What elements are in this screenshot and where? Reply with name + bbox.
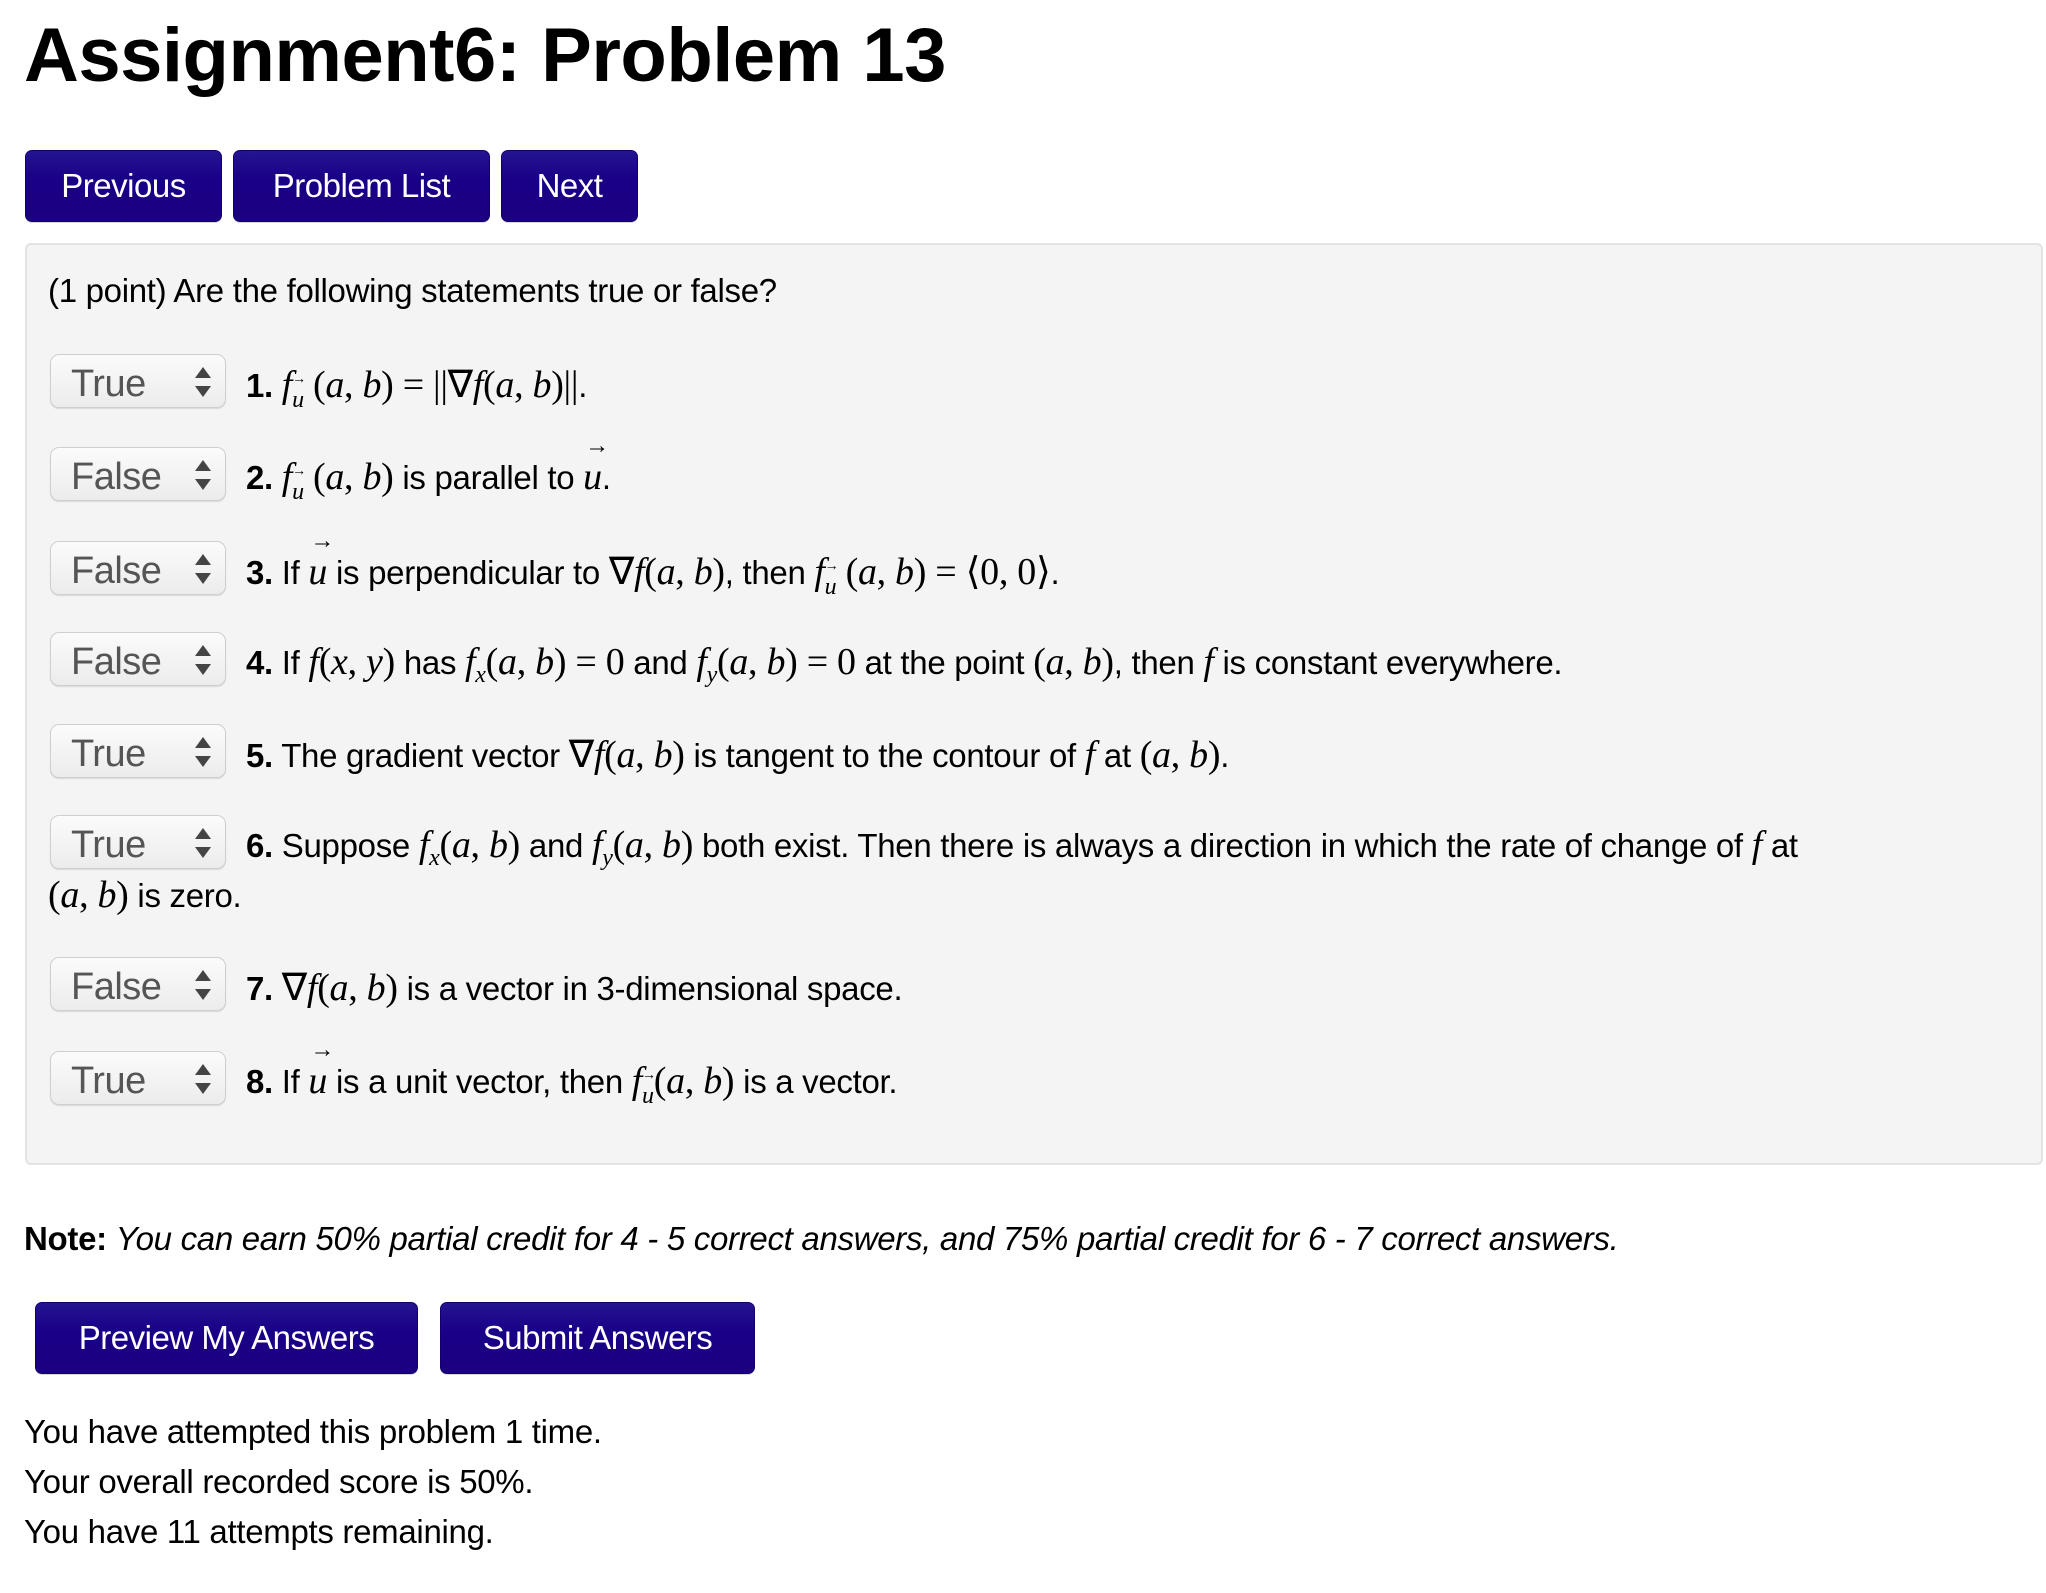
answer-select-6[interactable]: True	[50, 815, 226, 869]
select-arrows-icon	[195, 367, 211, 397]
answer-select-value: False	[71, 966, 162, 1008]
attempts-status: You have attempted this problem 1 time.	[24, 1413, 602, 1450]
submit-answers-button[interactable]: Submit Answers	[440, 1302, 755, 1374]
answer-select-value: False	[71, 550, 162, 592]
select-arrows-icon	[195, 737, 211, 767]
answer-select-value: True	[71, 733, 146, 775]
remaining-status: You have 11 attempts remaining.	[24, 1513, 494, 1550]
previous-button[interactable]: Previous	[25, 150, 222, 222]
answer-select-value: False	[71, 641, 162, 683]
problem-list-button[interactable]: Problem List	[233, 150, 490, 222]
preview-answers-button[interactable]: Preview My Answers	[35, 1302, 418, 1374]
answer-select-4[interactable]: False	[50, 632, 226, 686]
page-title: Assignment6: Problem 13	[24, 13, 946, 98]
statement-text-6: 6. Suppose fx(a, b) and fy(a, b) both ex…	[246, 824, 1798, 871]
answer-select-2[interactable]: False	[50, 447, 226, 501]
partial-credit-note: Note: You can earn 50% partial credit fo…	[24, 1220, 1619, 1258]
statement-text-5: 5. The gradient vector ∇f(a, b) is tange…	[246, 734, 1230, 776]
select-arrows-icon	[195, 1064, 211, 1094]
select-arrows-icon	[195, 460, 211, 490]
answer-select-8[interactable]: True	[50, 1051, 226, 1105]
answer-select-value: True	[71, 824, 146, 866]
answer-select-5[interactable]: True	[50, 724, 226, 778]
statement-text-4: 4. If f(x, y) has fx(a, b) = 0 and fy(a,…	[246, 641, 1563, 688]
select-arrows-icon	[195, 645, 211, 675]
statement-text-8: 8. If u is a unit vector, then fu(a, b) …	[246, 1037, 898, 1110]
answer-select-3[interactable]: False	[50, 541, 226, 595]
note-text: You can earn 50% partial credit for 4 - …	[115, 1220, 1619, 1257]
answer-select-1[interactable]: True	[50, 354, 226, 408]
select-arrows-icon	[195, 554, 211, 584]
select-arrows-icon	[195, 828, 211, 858]
problem-intro: (1 point) Are the following statements t…	[48, 272, 777, 309]
note-label: Note:	[24, 1220, 107, 1257]
answer-select-value: False	[71, 456, 162, 498]
next-button[interactable]: Next	[501, 150, 638, 222]
score-status: Your overall recorded score is 50%.	[24, 1463, 534, 1500]
answer-select-value: True	[71, 363, 146, 405]
statement-text-7: 7. ∇f(a, b) is a vector in 3-dimensional…	[246, 967, 903, 1009]
answer-select-7[interactable]: False	[50, 957, 226, 1011]
statement-text-1: 1. fu (a, b) = ||∇f(a, b)||.	[246, 362, 587, 414]
statement-text-3: 3. If u is perpendicular to ∇f(a, b), th…	[246, 528, 1060, 601]
statement-text-6-continued: (a, b) is zero.	[48, 874, 242, 916]
answer-select-value: True	[71, 1060, 146, 1102]
select-arrows-icon	[195, 970, 211, 1000]
statement-text-2: 2. fu (a, b) is parallel to u.	[246, 433, 611, 506]
